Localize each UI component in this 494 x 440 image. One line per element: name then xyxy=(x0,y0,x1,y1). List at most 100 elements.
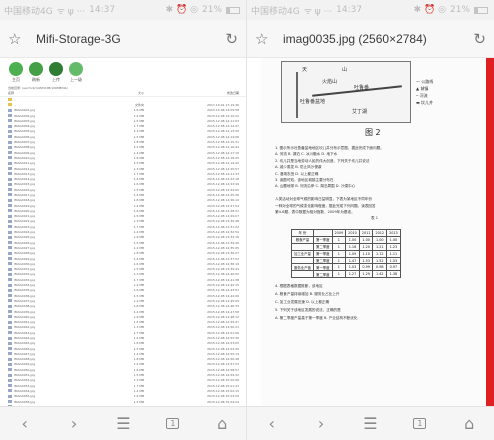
file-name[interactable]: IMAG0034.jpg xyxy=(8,283,96,287)
file-name[interactable]: IMAG0042.jpg xyxy=(8,325,96,329)
file-name[interactable]: IMAG0018.jpg xyxy=(8,198,96,202)
file-row[interactable]: IMAG0023.jpg 1.7 MB 2015-12-08 14:31:22 xyxy=(0,224,246,229)
file-name[interactable]: IMAG0031.jpg xyxy=(8,267,96,271)
file-row[interactable]: IMAG0034.jpg 1.4 MB 2015-12-08 14:42:15 xyxy=(0,282,246,287)
file-name[interactable]: IMAG0035.jpg xyxy=(8,288,96,292)
file-name[interactable]: IMAG0055.jpg xyxy=(8,394,96,398)
file-row[interactable]: IMAG0020.jpg 1.6 MB 2015-12-08 14:28:31 xyxy=(0,208,246,213)
file-name[interactable]: IMAG0049.jpg xyxy=(8,362,96,366)
file-row[interactable]: IMAG0045.jpg 1.6 MB 2015-12-08 14:53:05 xyxy=(0,341,246,346)
file-row[interactable]: IMAG0014.jpg 1.4 MB 2015-12-08 14:22:18 xyxy=(0,176,246,181)
home-icon[interactable]: ⌂ xyxy=(207,409,237,439)
file-row[interactable]: IMAG0043.jpg 1.7 MB 2015-12-08 14:51:56 xyxy=(0,330,246,335)
reload-icon[interactable]: ↻ xyxy=(220,30,238,48)
toolbar-button[interactable]: 上传 xyxy=(48,62,64,83)
file-name[interactable]: IMAG0052.jpg xyxy=(8,378,96,382)
file-name[interactable]: IMAG0037.jpg xyxy=(8,299,96,303)
file-name[interactable]: IMAG0038.jpg xyxy=(8,304,96,308)
file-row[interactable]: IMAG0032.jpg 1.3 MB 2015-12-08 14:40:02 xyxy=(0,272,246,277)
file-name[interactable]: IMAG0005.jpg xyxy=(8,129,96,133)
file-row[interactable]: IMAG0018.jpg 1.8 MB 2015-12-08 14:26:12 xyxy=(0,198,246,203)
file-name[interactable]: IMAG0029.jpg xyxy=(8,257,96,261)
reload-icon[interactable]: ↻ xyxy=(468,30,486,48)
forward-icon[interactable]: › xyxy=(59,409,89,439)
file-name[interactable]: IMAG0007.jpg xyxy=(8,140,96,144)
home-icon[interactable]: ⌂ xyxy=(454,409,484,439)
menu-icon[interactable]: ☰ xyxy=(108,409,138,439)
file-name[interactable]: IMAG0013.jpg xyxy=(8,172,96,176)
file-row[interactable]: IMAG0005.jpg 1.3 MB 2015-12-08 14:13:20 xyxy=(0,129,246,134)
file-name[interactable]: IMAG0043.jpg xyxy=(8,331,96,335)
file-row[interactable]: IMAG0054.jpg 1.4 MB 2015-12-08 15:02:15 xyxy=(0,388,246,393)
file-name[interactable]: IMAG0054.jpg xyxy=(8,389,96,393)
file-row[interactable]: IMAG0008.jpg 1.2 MB 2015-12-08 14:16:44 xyxy=(0,145,246,150)
forward-icon[interactable]: › xyxy=(306,409,336,439)
file-name[interactable]: .. xyxy=(8,103,96,107)
file-row[interactable]: IMAG0016.jpg 1.5 MB 2015-12-08 14:24:05 xyxy=(0,187,246,192)
file-row[interactable]: IMAG0051.jpg 1.5 MB 2015-12-08 14:59:32 xyxy=(0,372,246,377)
file-name[interactable]: IMAG0011.jpg xyxy=(8,161,96,165)
file-row[interactable]: IMAG0040.jpg 1.6 MB 2015-12-08 14:48:12 xyxy=(0,314,246,319)
file-name[interactable]: IMAG0021.jpg xyxy=(8,214,96,218)
file-name[interactable]: IMAG0014.jpg xyxy=(8,177,96,181)
image-viewer-page[interactable]: 天 山 吐鲁番 火焰山 吐鲁番盆地 艾丁湖 — 公路线 ▲ 城镇 ─ 河流 ▬ … xyxy=(247,58,494,406)
file-row[interactable]: IMAG0002.jpg 1.4 MB 2015-12-08 14:10:22 xyxy=(0,113,246,118)
file-name[interactable]: IMAG0009.jpg xyxy=(8,151,96,155)
file-name[interactable]: IMAG0001.jpg xyxy=(8,108,96,112)
file-row[interactable]: IMAG0024.jpg 1.4 MB 2015-12-08 14:32:59 xyxy=(0,229,246,234)
file-name[interactable]: IMAG0010.jpg xyxy=(8,156,96,160)
file-row[interactable]: IMAG0047.jpg 1.2 MB 2015-12-08 14:55:14 xyxy=(0,351,246,356)
address-bar[interactable]: ☆ imag0035.jpg (2560×2784) ↻ xyxy=(247,20,494,58)
file-row[interactable]: IMAG0004.jpg 1.7 MB 2015-12-08 14:12:47 xyxy=(0,123,246,128)
file-row[interactable]: IMAG0006.jpg 1.5 MB 2015-12-08 14:14:06 xyxy=(0,134,246,139)
file-row[interactable]: IMAG0001.jpg 1.6 MB 2015-12-08 14:09:58 xyxy=(0,108,246,113)
file-name[interactable]: IMAG0019.jpg xyxy=(8,204,96,208)
file-row[interactable]: IMAG0031.jpg 1.5 MB 2015-12-08 14:39:44 xyxy=(0,267,246,272)
toolbar-button[interactable]: 主页 xyxy=(8,62,24,83)
file-name[interactable]: IMAG0051.jpg xyxy=(8,373,96,377)
file-name[interactable]: IMAG0045.jpg xyxy=(8,341,96,345)
file-row[interactable]: IMAG0052.jpg 1.3 MB 2015-12-08 15:00:06 xyxy=(0,378,246,383)
file-row[interactable]: IMAG0003.jpg 1.5 MB 2015-12-08 14:11:03 xyxy=(0,118,246,123)
file-name[interactable]: IMAG0048.jpg xyxy=(8,357,96,361)
page-title[interactable]: Mifi-Storage-3G xyxy=(28,32,220,46)
file-row[interactable]: IMAG0010.jpg 1.6 MB 2015-12-08 14:18:25 xyxy=(0,155,246,160)
file-name[interactable]: IMAG0002.jpg xyxy=(8,114,96,118)
file-name[interactable]: IMAG0047.jpg xyxy=(8,352,96,356)
file-name[interactable]: IMAG0012.jpg xyxy=(8,167,96,171)
file-row[interactable]: IMAG0044.jpg 1.4 MB 2015-12-08 14:52:30 xyxy=(0,335,246,340)
file-name[interactable]: IMAG0008.jpg xyxy=(8,145,96,149)
back-icon[interactable]: ‹ xyxy=(10,409,40,439)
file-name[interactable]: IMAG0039.jpg xyxy=(8,310,96,314)
file-row[interactable]: IMAG0055.jpg 1.6 MB 2015-12-08 15:03:50 xyxy=(0,394,246,399)
file-row[interactable]: IMAG0035.jpg 1.6 MB 2015-12-08 14:43:51 xyxy=(0,288,246,293)
file-row[interactable]: IMAG0033.jpg 1.7 MB 2015-12-08 14:41:38 xyxy=(0,277,246,282)
file-row[interactable]: IMAG0048.jpg 1.8 MB 2015-12-08 14:56:48 xyxy=(0,357,246,362)
file-name[interactable]: IMAG0022.jpg xyxy=(8,219,96,223)
file-name[interactable]: IMAG0030.jpg xyxy=(8,262,96,266)
tabs-icon[interactable]: 1 xyxy=(158,409,188,439)
file-row[interactable]: IMAG0038.jpg 1.8 MB 2015-12-08 14:46:33 xyxy=(0,304,246,309)
back-icon[interactable]: ‹ xyxy=(257,409,287,439)
file-name[interactable]: IMAG0050.jpg xyxy=(8,368,96,372)
file-name[interactable]: IMAG0017.jpg xyxy=(8,193,96,197)
file-name[interactable]: IMAG0028.jpg xyxy=(8,251,96,255)
file-row[interactable]: IMAG0021.jpg 1.5 MB 2015-12-08 14:29:07 xyxy=(0,214,246,219)
file-row[interactable]: IMAG0049.jpg 1.4 MB 2015-12-08 14:57:23 xyxy=(0,362,246,367)
file-row[interactable]: IMAG0053.jpg 1.7 MB 2015-12-08 15:01:41 xyxy=(0,383,246,388)
file-name[interactable]: IMAG0040.jpg xyxy=(8,315,96,319)
file-name[interactable]: IMAG0036.jpg xyxy=(8,294,96,298)
file-row[interactable]: IMAG0037.jpg 1.2 MB 2015-12-08 14:45:09 xyxy=(0,298,246,303)
page-title[interactable]: imag0035.jpg (2560×2784) xyxy=(275,32,468,46)
file-name[interactable]: IMAG0041.jpg xyxy=(8,320,96,324)
file-name[interactable]: IMAG0023.jpg xyxy=(8,225,96,229)
file-row[interactable]: IMAG0028.jpg 1.8 MB 2015-12-08 14:36:27 xyxy=(0,251,246,256)
file-row[interactable]: IMAG0030.jpg 1.6 MB 2015-12-08 14:38:19 xyxy=(0,261,246,266)
file-row[interactable]: IMAG0041.jpg 1.5 MB 2015-12-08 14:49:47 xyxy=(0,319,246,324)
file-row[interactable]: IMAG0050.jpg 1.6 MB 2015-12-08 14:58:57 xyxy=(0,367,246,372)
file-name[interactable]: IMAG0003.jpg xyxy=(8,119,96,123)
file-row[interactable]: .. 文件夹 2017-10-01 17:19:36 xyxy=(0,102,246,107)
file-name[interactable]: IMAG0033.jpg xyxy=(8,278,96,282)
file-row[interactable]: IMAG0009.jpg 1.4 MB 2015-12-08 14:17:10 xyxy=(0,150,246,155)
file-row[interactable]: IMAG0012.jpg 1.3 MB 2015-12-08 14:20:57 xyxy=(0,166,246,171)
